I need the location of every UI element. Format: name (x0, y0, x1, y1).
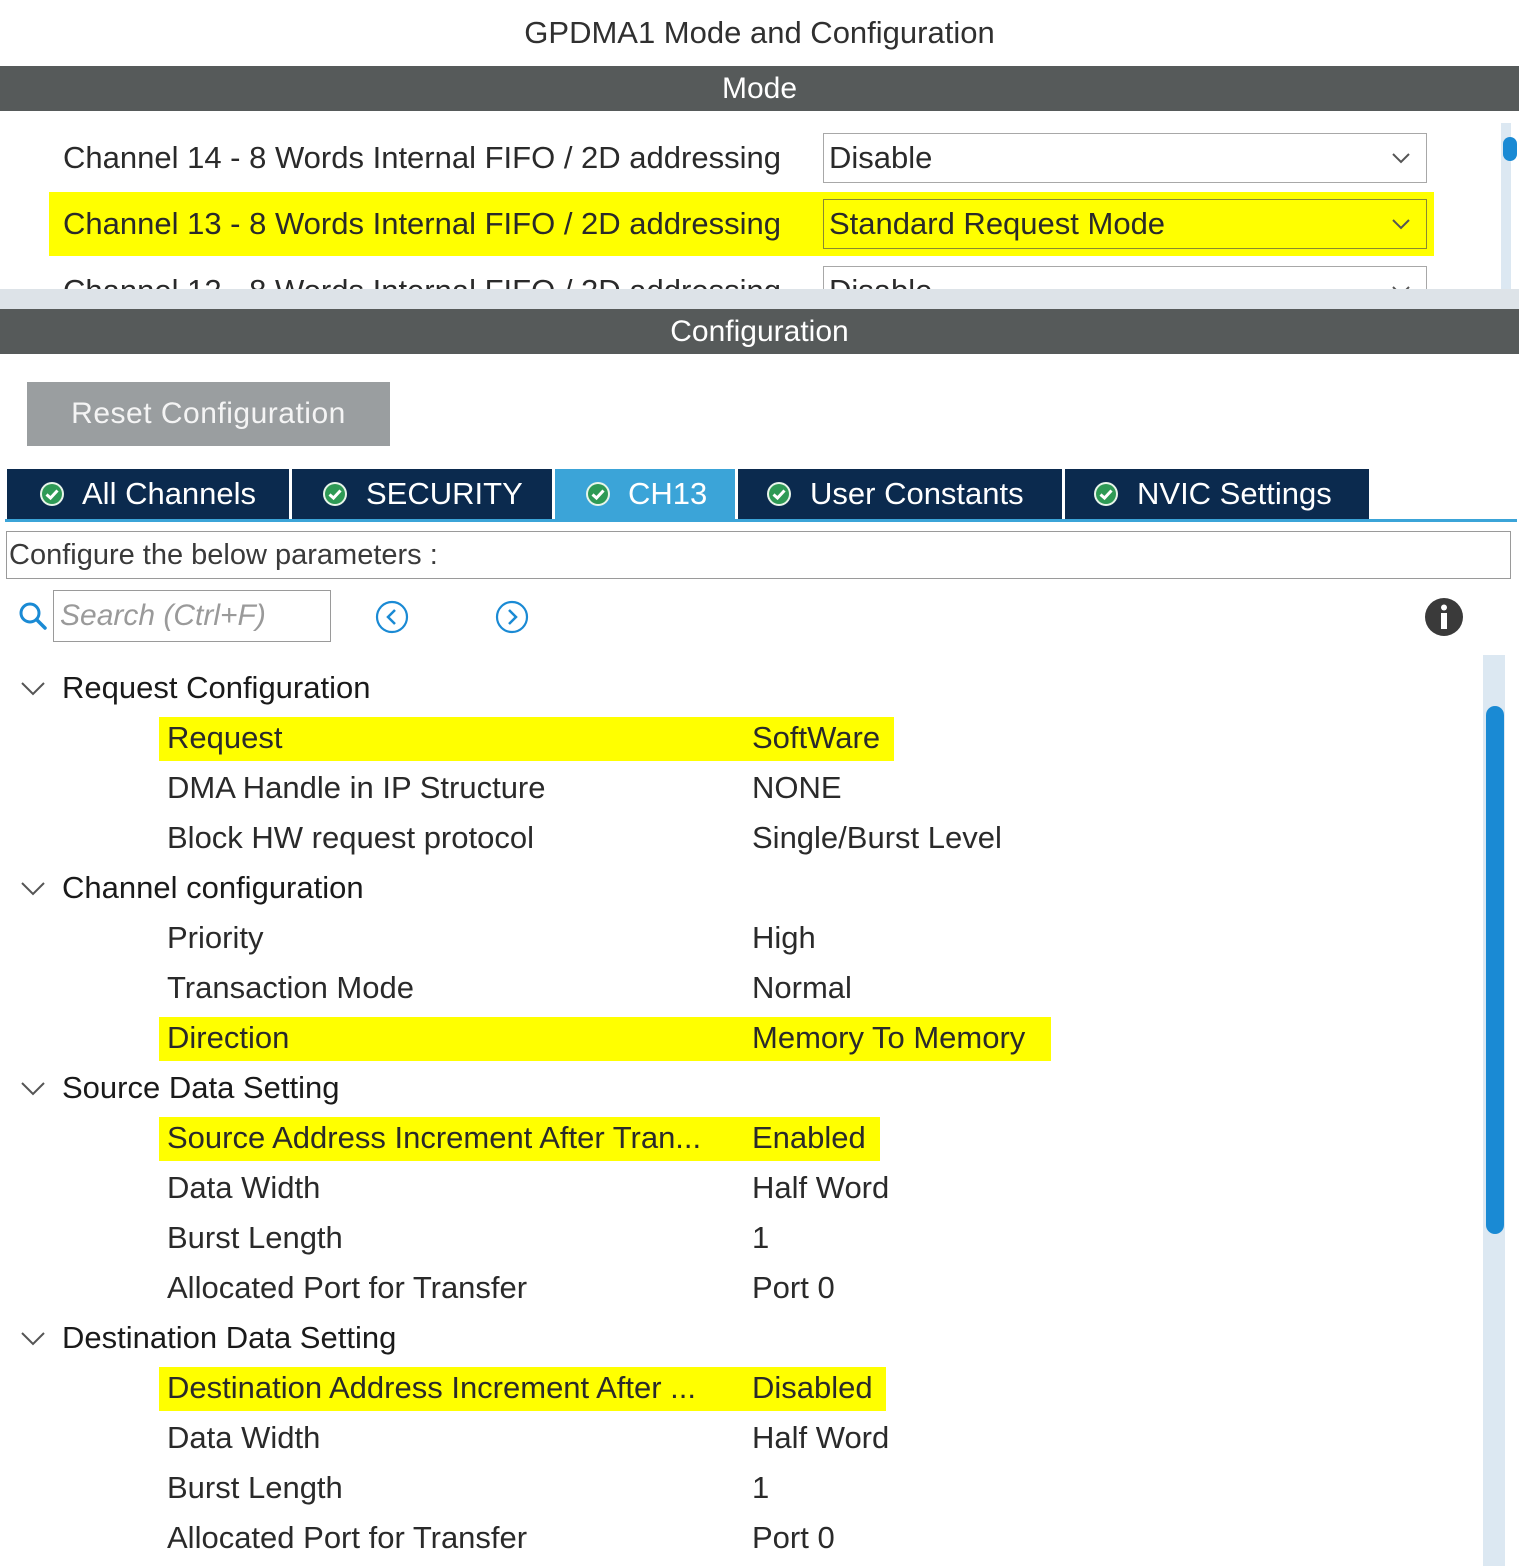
param-name: Data Width (167, 1170, 321, 1205)
param-name: Allocated Port for Transfer (167, 1520, 528, 1555)
mode-panel: Channel 14 - 8 Words Internal FIFO / 2D … (0, 111, 1519, 289)
chevron-down-icon[interactable] (20, 1328, 46, 1348)
param-block-hw-request-protocol[interactable]: Block HW request protocol Single/Burst L… (0, 813, 1480, 863)
mode-select-value: Standard Request Mode (829, 206, 1166, 241)
param-destination-allocated-port[interactable]: Allocated Port for Transfer Port 0 (0, 1513, 1480, 1563)
param-direction[interactable]: Direction Memory To Memory (0, 1013, 1480, 1063)
param-value[interactable]: 1 (752, 1213, 769, 1263)
mode-select-ch12[interactable]: Disable (823, 266, 1427, 289)
search-input[interactable] (53, 590, 331, 642)
param-value[interactable]: Enabled (752, 1113, 866, 1163)
configuration-section-header: Configuration (0, 309, 1519, 354)
mode-scrollbar-thumb[interactable] (1503, 137, 1517, 161)
mode-section-header: Mode (0, 66, 1519, 111)
param-value[interactable]: NONE (752, 763, 842, 813)
param-source-data-width[interactable]: Data Width Half Word (0, 1163, 1480, 1213)
chevron-left-circle-icon[interactable] (375, 600, 409, 634)
param-dma-handle[interactable]: DMA Handle in IP Structure NONE (0, 763, 1480, 813)
mode-select-ch13[interactable]: Standard Request Mode (823, 199, 1427, 249)
chevron-down-icon (1392, 219, 1410, 230)
tab-underline (5, 519, 1517, 522)
param-name: Data Width (167, 1420, 321, 1455)
group-label: Destination Data Setting (62, 1320, 397, 1355)
param-value[interactable]: Disabled (752, 1363, 873, 1413)
panel-splitter[interactable] (0, 289, 1519, 309)
param-destination-burst-length[interactable]: Burst Length 1 (0, 1463, 1480, 1513)
mode-row-label: Channel 14 - 8 Words Internal FIFO / 2D … (63, 140, 781, 175)
param-source-allocated-port[interactable]: Allocated Port for Transfer Port 0 (0, 1263, 1480, 1313)
group-label: Source Data Setting (62, 1070, 340, 1105)
tab-security[interactable]: SECURITY (292, 469, 552, 519)
chevron-right-circle-icon[interactable] (495, 600, 529, 634)
param-value[interactable]: Normal (752, 963, 852, 1013)
param-name: DMA Handle in IP Structure (167, 770, 546, 805)
tab-label: All Channels (82, 476, 257, 511)
tab-label: NVIC Settings (1137, 476, 1332, 511)
tab-label: User Constants (810, 476, 1024, 511)
param-name: Transaction Mode (167, 970, 414, 1005)
param-name: Priority (167, 920, 264, 955)
param-name: Block HW request protocol (167, 820, 534, 855)
tab-label: SECURITY (366, 476, 523, 511)
param-destination-data-width[interactable]: Data Width Half Word (0, 1413, 1480, 1463)
param-name: Allocated Port for Transfer (167, 1270, 528, 1305)
param-value[interactable]: High (752, 913, 816, 963)
tree-scrollbar-thumb[interactable] (1486, 706, 1504, 1234)
chevron-down-icon (1392, 286, 1410, 289)
parameters-hint: Configure the below parameters : (6, 531, 1511, 579)
reset-configuration-button[interactable]: Reset Configuration (27, 382, 390, 446)
param-value[interactable]: Half Word (752, 1413, 889, 1463)
group-label: Channel configuration (62, 870, 364, 905)
param-value[interactable]: Memory To Memory (752, 1013, 1025, 1063)
tab-all-channels[interactable]: All Channels (7, 469, 289, 519)
check-circle-icon (323, 482, 347, 506)
parameter-tree: Request Configuration Request SoftWare D… (0, 662, 1480, 1566)
param-name: Destination Address Increment After ... (167, 1370, 696, 1405)
check-circle-icon (40, 482, 64, 506)
tab-nvic-settings[interactable]: NVIC Settings (1065, 469, 1369, 519)
param-source-address-increment[interactable]: Source Address Increment After Tran... E… (0, 1113, 1480, 1163)
tab-ch13[interactable]: CH13 (555, 469, 735, 519)
param-destination-address-increment[interactable]: Destination Address Increment After ... … (0, 1363, 1480, 1413)
chevron-down-icon (1392, 153, 1410, 164)
param-name: Request (167, 720, 283, 755)
check-circle-icon (586, 482, 610, 506)
param-name: Burst Length (167, 1220, 343, 1255)
mode-row-ch12: Channel 12 - 8 Words Internal FIFO / 2D … (49, 259, 1434, 289)
tab-label: CH13 (628, 476, 708, 511)
chevron-down-icon[interactable] (20, 1078, 46, 1098)
param-name: Direction (167, 1020, 290, 1055)
param-value[interactable]: 1 (752, 1463, 769, 1513)
param-value[interactable]: SoftWare (752, 713, 880, 763)
search-icon[interactable] (18, 601, 48, 631)
chevron-down-icon[interactable] (20, 678, 46, 698)
param-name: Burst Length (167, 1470, 343, 1505)
param-request[interactable]: Request SoftWare (0, 713, 1480, 763)
mode-row-label: Channel 12 - 8 Words Internal FIFO / 2D … (63, 259, 781, 289)
info-icon[interactable] (1424, 597, 1464, 637)
check-circle-icon (1094, 482, 1118, 506)
param-transaction-mode[interactable]: Transaction Mode Normal (0, 963, 1480, 1013)
window-title: GPDMA1 Mode and Configuration (0, 0, 1519, 66)
chevron-down-icon[interactable] (20, 878, 46, 898)
mode-row-label: Channel 13 - 8 Words Internal FIFO / 2D … (63, 206, 781, 241)
mode-select-value: Disable (829, 140, 933, 175)
mode-select-ch14[interactable]: Disable (823, 133, 1427, 183)
param-value[interactable]: Port 0 (752, 1513, 835, 1563)
param-name: Source Address Increment After Tran... (167, 1120, 702, 1155)
mode-row-ch14: Channel 14 - 8 Words Internal FIFO / 2D … (49, 126, 1434, 190)
param-value[interactable]: Single/Burst Level (752, 813, 1002, 863)
param-source-burst-length[interactable]: Burst Length 1 (0, 1213, 1480, 1263)
param-value[interactable]: Port 0 (752, 1263, 835, 1313)
param-value[interactable]: Half Word (752, 1163, 889, 1213)
check-circle-icon (767, 482, 791, 506)
param-priority[interactable]: Priority High (0, 913, 1480, 963)
tab-user-constants[interactable]: User Constants (738, 469, 1062, 519)
mode-select-value: Disable (829, 267, 932, 289)
group-label: Request Configuration (62, 670, 371, 705)
mode-row-ch13: Channel 13 - 8 Words Internal FIFO / 2D … (49, 192, 1434, 256)
